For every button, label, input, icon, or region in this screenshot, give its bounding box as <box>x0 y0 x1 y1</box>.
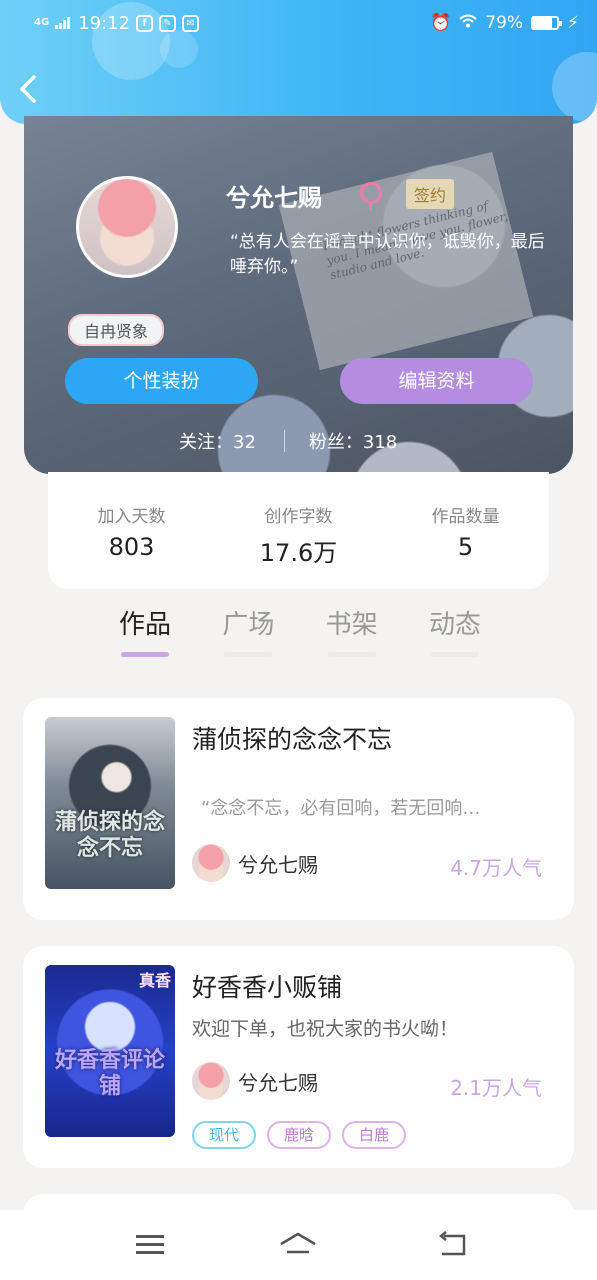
stat-word-count: 创作字数 17.6万 <box>259 507 338 567</box>
title-badge[interactable]: 自冉贤象 <box>68 314 165 346</box>
author-avatar <box>192 1062 230 1100</box>
wifi-icon <box>459 13 477 33</box>
cover-tag: 真香 <box>138 971 171 990</box>
fans-count[interactable]: 粉丝：318 <box>309 428 397 454</box>
stat-join-days: 加入天数 803 <box>97 507 166 561</box>
signal-icon <box>55 17 71 29</box>
work-card[interactable]: 蒲侦探的念念不忘 蒲侦探的念念不忘 “念念不忘，必有回响，若无回响… 兮允七赐 … <box>23 698 574 920</box>
network-type: 4G <box>34 17 50 28</box>
home-icon[interactable] <box>278 1230 318 1262</box>
tab-bookshelf[interactable]: 书架 <box>302 604 402 660</box>
tag-chip[interactable]: 白鹿 <box>342 1121 407 1149</box>
decor-bubble <box>552 52 597 122</box>
tab-indicator <box>121 652 169 657</box>
leaf-app-icon: ✎ <box>159 14 177 32</box>
cover-title: 好香香评论铺 <box>54 1047 165 1099</box>
cover-title: 蒲侦探的念念不忘 <box>54 809 165 861</box>
top-header: 4G 19:12 f ✎ ✉ ⏰ 79% ⚡ <box>0 0 597 124</box>
facebook-icon: f <box>136 14 154 32</box>
author-name: 兮允七赐 <box>238 1070 318 1095</box>
divider <box>283 430 285 452</box>
author-avatar <box>192 844 230 882</box>
profile-bio: “总有人会在谣言中认识你，诋毁你，最后唾弃你。” <box>230 232 545 277</box>
signed-badge: 签约 <box>406 179 455 209</box>
clock: 19:12 <box>78 12 131 34</box>
battery-percent: 79% <box>485 13 524 33</box>
work-card[interactable]: 真香 好香香评论铺 好香香小贩铺 欢迎下单，也祝大家的书火呦！ 兮允七赐 2.1… <box>23 946 574 1168</box>
book-cover[interactable]: 蒲侦探的念念不忘 <box>45 717 175 889</box>
stats-card: 加入天数 803 创作字数 17.6万 作品数量 5 <box>48 472 549 589</box>
edit-profile-button[interactable]: 编辑资料 <box>340 358 533 404</box>
tag-chip[interactable]: 现代 <box>192 1121 257 1149</box>
author-name: 兮允七赐 <box>238 852 318 877</box>
tag-list: 现代 鹿晗 白鹿 <box>192 1121 407 1149</box>
battery-icon <box>531 16 563 30</box>
work-title[interactable]: 好香香小贩铺 <box>192 968 342 1004</box>
mail-icon: ✉ <box>182 14 200 32</box>
system-nav-bar <box>0 1210 597 1280</box>
work-title[interactable]: 蒲侦探的念念不忘 <box>192 720 392 756</box>
tag-chip[interactable]: 鹿晗 <box>267 1121 332 1149</box>
back-nav-icon[interactable] <box>436 1230 476 1262</box>
following-count[interactable]: 关注：32 <box>179 428 256 454</box>
back-button[interactable] <box>18 74 48 110</box>
popularity-count: 4.7万人气 <box>450 856 542 880</box>
tab-square[interactable]: 广场 <box>198 604 298 660</box>
female-gender-icon <box>360 182 382 211</box>
profile-banner: I bought flowers thinking of you. I mean… <box>24 116 573 474</box>
author-row[interactable]: 兮允七赐 <box>192 844 318 882</box>
work-quote: “念念不忘，必有回响，若无回响… <box>201 798 481 819</box>
dress-up-button[interactable]: 个性装扮 <box>65 358 258 404</box>
book-cover[interactable]: 真香 好香香评论铺 <box>45 965 175 1137</box>
profile-tabs: 作品 广场 书架 动态 <box>95 604 505 660</box>
stat-work-count: 作品数量 5 <box>431 507 500 561</box>
menu-icon[interactable] <box>130 1230 170 1262</box>
follow-stats: 关注：32 粉丝：318 <box>179 428 397 454</box>
avatar[interactable] <box>76 176 178 278</box>
alarm-icon: ⏰ <box>430 13 452 33</box>
tab-activity[interactable]: 动态 <box>405 604 505 660</box>
status-bar: 4G 19:12 f ✎ ✉ ⏰ 79% ⚡ <box>0 0 597 46</box>
author-row[interactable]: 兮允七赐 <box>192 1062 318 1100</box>
tab-works[interactable]: 作品 <box>95 604 195 660</box>
work-description: 欢迎下单，也祝大家的书火呦！ <box>192 1018 459 1040</box>
charging-icon: ⚡ <box>567 13 579 33</box>
username: 兮允七赐 <box>226 184 322 212</box>
popularity-count: 2.1万人气 <box>450 1076 542 1100</box>
